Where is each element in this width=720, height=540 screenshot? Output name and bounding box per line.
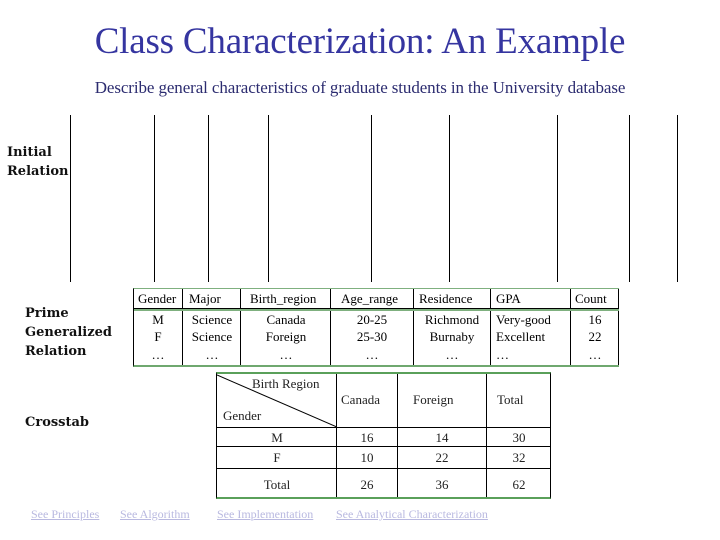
crosstab-row-label: M	[271, 430, 283, 445]
table-cell: 20-25	[356, 312, 388, 327]
crosstab-column-header: Total	[497, 392, 524, 407]
see-principles-link[interactable]: See Principles	[31, 507, 99, 522]
label-line: Initial	[7, 145, 52, 160]
table-cell: 22	[588, 329, 602, 344]
crosstab-cell: 22	[435, 450, 449, 465]
column-header: Count	[575, 291, 607, 306]
table-cell: Burnaby	[429, 329, 475, 344]
column-header: Major	[189, 291, 221, 306]
crosstab-table: Birth Region Gender Canada Foreign Total…	[216, 372, 551, 499]
column-line	[629, 115, 630, 282]
crosstab-column-header: Foreign	[413, 392, 454, 407]
table-cell: Excellent	[496, 329, 546, 344]
table-cell: 16	[588, 312, 602, 327]
table-cell: …	[588, 347, 602, 362]
see-analytical-characterization-link[interactable]: See Analytical Characterization	[336, 507, 488, 522]
label-line: Relation	[25, 344, 87, 359]
table-cell: Foreign	[265, 329, 307, 344]
crosstab-row-label: Total	[263, 477, 291, 492]
crosstab-cell: 32	[512, 450, 526, 465]
corner-top-label: Birth Region	[252, 376, 320, 391]
see-algorithm-link[interactable]: See Algorithm	[120, 507, 190, 522]
slide-title: Class Characterization: An Example	[94, 21, 626, 62]
column-line	[208, 115, 209, 282]
crosstab-row-label: F	[273, 450, 281, 465]
table-cell: Science	[191, 312, 233, 327]
crosstab-cell: 16	[360, 430, 374, 445]
column-line	[268, 115, 269, 282]
column-line	[70, 115, 71, 282]
row-separator	[217, 446, 550, 447]
column-header: GPA	[496, 291, 521, 306]
prime-relation-label: Prime Generalized Relation	[25, 304, 112, 361]
prime-generalized-table: Gender Major Birth_region Age_range Resi…	[133, 288, 619, 367]
see-implementation-link[interactable]: See Implementation	[217, 507, 313, 522]
crosstab-cell: 26	[360, 477, 374, 492]
column-header: Gender	[138, 291, 177, 306]
crosstab-cell: 62	[512, 477, 526, 492]
table-cell: Richmond	[424, 312, 480, 327]
column-line	[677, 115, 678, 282]
row-separator	[217, 468, 550, 469]
table-cell: …	[205, 347, 219, 362]
table-cell: …	[496, 347, 509, 362]
column-header: Age_range	[341, 291, 399, 306]
crosstab-cell: 30	[512, 430, 526, 445]
row-separator	[217, 427, 550, 428]
crosstab-label: Crosstab	[25, 415, 90, 430]
label-line: Prime	[25, 306, 69, 321]
crosstab-column-header: Canada	[341, 392, 380, 407]
table-cell: Very-good	[496, 312, 551, 327]
column-header: Birth_region	[250, 291, 317, 306]
crosstab-cell: 10	[360, 450, 374, 465]
column-line	[449, 115, 450, 282]
corner-bottom-label: Gender	[223, 408, 262, 423]
initial-relation-label: Initial Relation	[7, 143, 69, 181]
column-line	[371, 115, 372, 282]
column-line	[557, 115, 558, 282]
table-cell: …	[445, 347, 459, 362]
column-header: Residence	[419, 291, 473, 306]
column-separator	[486, 374, 487, 497]
table-cell: …	[279, 347, 293, 362]
table-cell: 25-30	[356, 329, 388, 344]
label-line: Generalized	[25, 325, 112, 340]
column-separator	[397, 374, 398, 497]
table-cell: …	[365, 347, 379, 362]
table-cell: Canada	[266, 312, 306, 327]
slide-subtitle: Describe general characteristics of grad…	[94, 78, 626, 97]
label-line: Relation	[7, 164, 69, 179]
column-line	[154, 115, 155, 282]
table-cell: Science	[191, 329, 233, 344]
crosstab-cell: 36	[435, 477, 449, 492]
crosstab-cell: 14	[435, 430, 449, 445]
